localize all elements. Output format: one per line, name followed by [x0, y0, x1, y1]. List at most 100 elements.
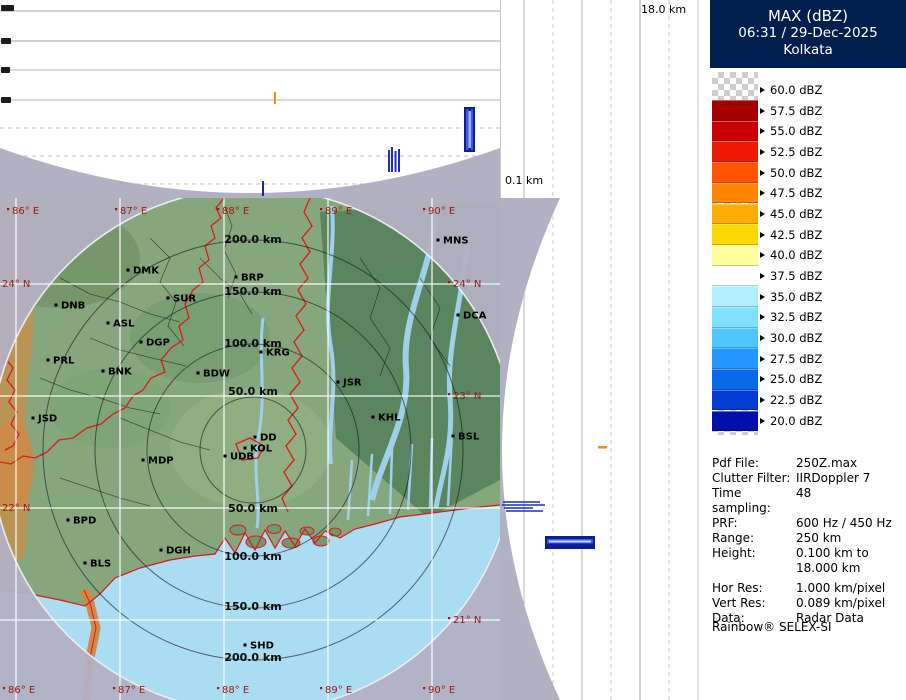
longitude-label: 90° E [428, 206, 455, 217]
range-ring-label: 150.0 km [224, 285, 281, 298]
grid-dot [217, 208, 220, 211]
city-label: BSL [458, 432, 480, 443]
range-ring-label: 50.0 km [228, 385, 278, 398]
range-ring-label: 50.0 km [228, 502, 278, 515]
grid-dot [217, 687, 220, 690]
city-dot [223, 454, 227, 458]
level-arrow-icon [760, 376, 765, 383]
info-row: Pdf File: 250Z.max [712, 456, 904, 471]
level-arrow-icon [760, 417, 765, 424]
legend-level-label: 25.0 dBZ [770, 372, 823, 387]
info-label: Hor Res: [712, 581, 763, 595]
level-arrow-icon [760, 148, 765, 155]
info-row: Height: 0.100 km to [712, 546, 904, 561]
city-label: BPD [73, 516, 96, 527]
info-value: 18.000 km [796, 561, 861, 575]
legend-level-row: 47.5 dBZ [760, 183, 904, 204]
legend-level-row: 42.5 dBZ [760, 224, 904, 245]
legend-level-row: 55.0 dBZ [760, 121, 904, 142]
legend-level-row: 32.5 dBZ [760, 307, 904, 328]
info-row: Hor Res: 1.000 km/pixel [712, 581, 904, 596]
city-dot [126, 268, 130, 272]
level-arrow-icon [760, 273, 765, 280]
city-dot [243, 643, 247, 647]
city-label: DGP [146, 338, 170, 349]
level-arrow-icon [760, 169, 765, 176]
grid-dot [3, 687, 6, 690]
city-label: BDW [203, 369, 230, 380]
legend-level-label: 47.5 dBZ [770, 186, 823, 201]
legend-labels: 60.0 dBZ 57.5 dBZ 55.0 dBZ 52.5 dBZ 50.0 dBZ… [760, 80, 904, 432]
level-arrow-icon [760, 128, 765, 135]
city-dot [83, 561, 87, 565]
city-label: KHL [378, 413, 401, 424]
city-label: BRP [241, 273, 264, 284]
grid-dot [320, 208, 323, 211]
timestamp: 06:31 / 29-Dec-2025 [738, 25, 878, 41]
echo-orange-tick [598, 446, 607, 449]
legend-level-label: 40.0 dBZ [770, 248, 823, 263]
longitude-label: 87° E [120, 206, 147, 217]
longitude-label: 89° E [325, 206, 352, 217]
level-arrow-icon [760, 335, 765, 342]
range-ring-label: 100.0 km [224, 550, 281, 563]
legend-level-label: 57.5 dBZ [770, 103, 823, 118]
city-label: JSR [342, 378, 362, 389]
legend-swatch [712, 120, 758, 142]
latitude-label: 21° N [453, 615, 481, 626]
info-row: Clutter Filter: IIRDoppler 7 [712, 471, 904, 486]
legend-level-row: 45.0 dBZ [760, 204, 904, 225]
range-ring-label: 150.0 km [224, 600, 281, 613]
level-arrow-icon [760, 190, 765, 197]
legend-header: MAX (dBZ) 06:31 / 29-Dec-2025 Kolkata [710, 0, 906, 68]
longitude-label: 87° E [118, 685, 145, 696]
info-row: 18.000 km [712, 561, 904, 576]
grid-dot [113, 687, 116, 690]
legend-level-row: 25.0 dBZ [760, 369, 904, 390]
legend-level-label: 27.5 dBZ [770, 351, 823, 366]
city-dot [106, 321, 110, 325]
legend-level-label: 52.5 dBZ [770, 144, 823, 159]
info-value: 0.100 km to [796, 546, 869, 560]
level-arrow-icon [760, 107, 765, 114]
legend-swatch [712, 265, 758, 287]
radar-map: 200.0 km 150.0 km 100.0 km 50.0 km 50.0 km 10… [0, 187, 516, 700]
city-dot [234, 275, 238, 279]
city-label: DCA [463, 311, 487, 322]
legend-swatch [712, 369, 758, 390]
legend-level-label: 42.5 dBZ [770, 227, 823, 242]
legend-colorbar [712, 72, 758, 435]
latitude-label: 24° N [453, 279, 481, 290]
city-dot [451, 434, 455, 438]
legend-level-row: 57.5 dBZ [760, 100, 904, 121]
legend-swatch [712, 141, 758, 163]
grid-dot [423, 208, 426, 211]
city-dot [141, 458, 145, 462]
city-label: BNK [108, 367, 133, 378]
legend-level-label: 30.0 dBZ [770, 331, 823, 346]
legend-swatch [712, 224, 758, 245]
legend-level-label: 32.5 dBZ [770, 310, 823, 325]
city-dot [259, 350, 263, 354]
longitude-label: 86° E [12, 206, 39, 217]
ew-cross-section-panel [0, 0, 500, 198]
info-label [712, 561, 796, 576]
level-arrow-icon [760, 252, 765, 259]
legend-level-label: 22.5 dBZ [770, 393, 823, 408]
legend-level-label: 20.0 dBZ [770, 413, 823, 428]
city-dot [196, 371, 200, 375]
grid-dot [448, 393, 451, 396]
legend-swatch [712, 100, 758, 121]
grid-dot [448, 617, 451, 620]
legend-level-label: 50.0 dBZ [770, 165, 823, 180]
legend-level-row: 40.0 dBZ [760, 245, 904, 266]
city-dot [243, 446, 247, 450]
grid-dot [320, 687, 323, 690]
city-dot [66, 518, 70, 522]
echo-orange-tick [274, 92, 276, 104]
height-tick-labels [1, 5, 14, 103]
info-row: Range: 250 km [712, 531, 904, 546]
longitude-label: 88° E [222, 685, 249, 696]
info-label: Pdf File: [712, 456, 760, 470]
city-dot [336, 380, 340, 384]
